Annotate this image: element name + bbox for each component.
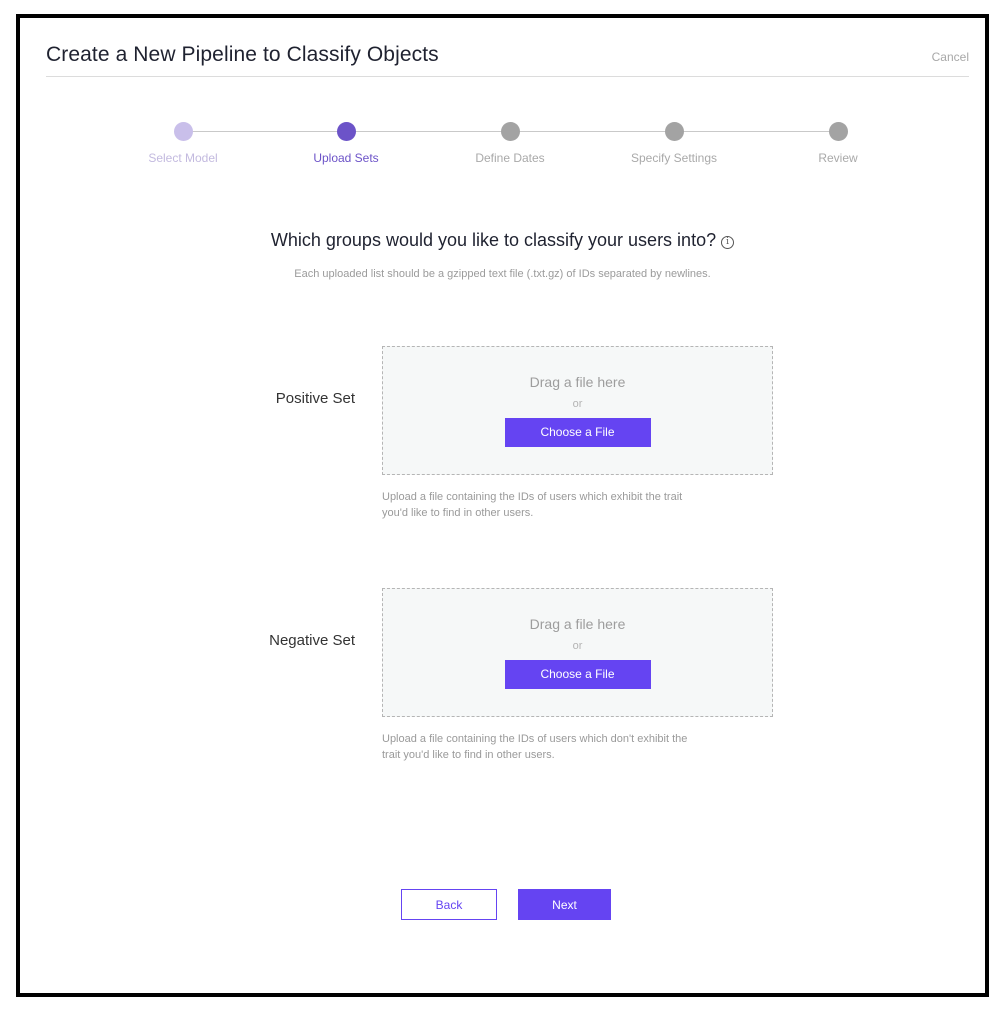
positive-choose-file-button[interactable]: Choose a File bbox=[504, 418, 651, 447]
step-label: Define Dates bbox=[475, 151, 545, 165]
negative-set-help: Upload a file containing the IDs of user… bbox=[382, 731, 782, 763]
pipeline-dialog: Create a New Pipeline to Classify Object… bbox=[16, 14, 989, 997]
help-line: Upload a file containing the IDs of user… bbox=[382, 733, 688, 745]
positive-set-dropzone[interactable]: Drag a file here or Choose a File bbox=[382, 346, 773, 475]
step-dot bbox=[173, 122, 193, 141]
info-icon[interactable]: i bbox=[721, 236, 735, 249]
drag-text: Drag a file here bbox=[529, 374, 626, 390]
step-dot bbox=[336, 122, 356, 141]
upload-hint: Each uploaded list should be a gzipped t… bbox=[294, 268, 711, 280]
question-text: Which groups would you like to classify … bbox=[270, 230, 717, 250]
back-button[interactable]: Back bbox=[401, 889, 497, 920]
step-label: Specify Settings bbox=[630, 151, 718, 165]
step-dot bbox=[828, 122, 848, 141]
progress-stepper: Select Model Upload Sets Define Dates Sp… bbox=[20, 118, 985, 178]
or-text: or bbox=[572, 398, 583, 410]
drag-text: Drag a file here bbox=[529, 616, 626, 632]
step-select-model[interactable]: Select Model bbox=[118, 118, 248, 165]
step-dot bbox=[664, 122, 684, 141]
step-label: Review bbox=[818, 151, 858, 165]
help-line: Upload a file containing the IDs of user… bbox=[382, 491, 683, 503]
header-divider bbox=[46, 76, 969, 77]
help-line: you'd like to find in other users. bbox=[382, 507, 534, 519]
cancel-link[interactable]: Cancel bbox=[932, 50, 969, 64]
negative-set-label: Negative Set bbox=[269, 632, 355, 649]
step-upload-sets[interactable]: Upload Sets bbox=[281, 118, 411, 165]
negative-set-dropzone[interactable]: Drag a file here or Choose a File bbox=[382, 588, 773, 717]
help-line: trait you'd like to find in other users. bbox=[382, 749, 555, 761]
step-label: Select Model bbox=[148, 151, 218, 165]
negative-choose-file-button[interactable]: Choose a File bbox=[504, 660, 651, 689]
step-specify-settings[interactable]: Specify Settings bbox=[609, 118, 739, 165]
step-label: Upload Sets bbox=[313, 151, 379, 165]
step-define-dates[interactable]: Define Dates bbox=[445, 118, 575, 165]
next-button[interactable]: Next bbox=[518, 889, 611, 920]
or-text: or bbox=[572, 640, 583, 652]
step-review[interactable]: Review bbox=[773, 118, 903, 165]
step-dot bbox=[500, 122, 520, 141]
positive-set-label: Positive Set bbox=[275, 390, 355, 407]
positive-set-help: Upload a file containing the IDs of user… bbox=[382, 489, 782, 521]
page-title: Create a New Pipeline to Classify Object… bbox=[46, 43, 439, 66]
section-question: Which groups would you like to classify … bbox=[20, 230, 985, 251]
